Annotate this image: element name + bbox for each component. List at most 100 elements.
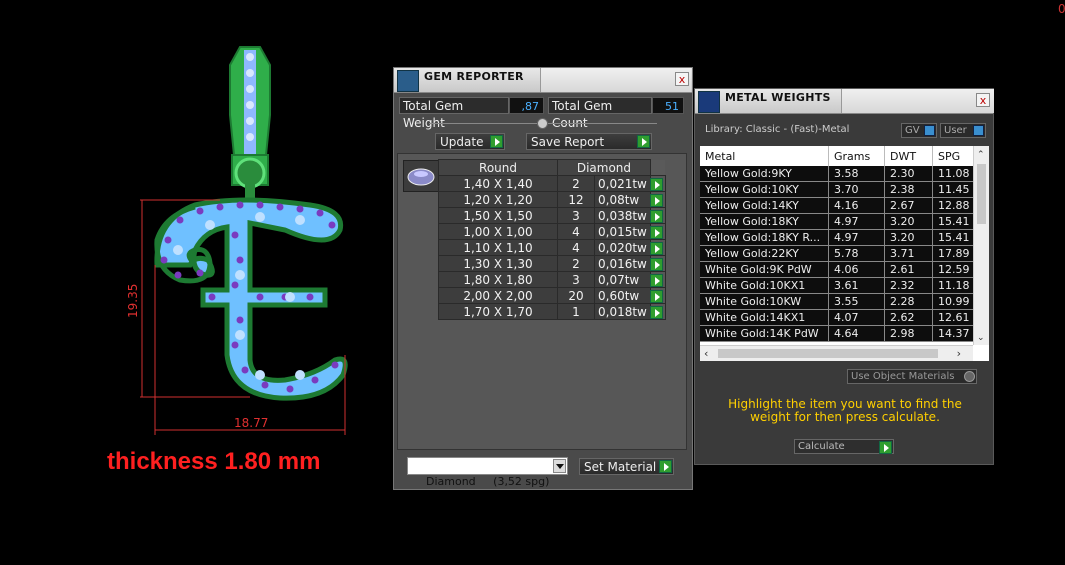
grams-cell: 4.97 xyxy=(828,229,885,246)
gem-row-select-button[interactable] xyxy=(649,271,666,288)
gem-count-cell: 2 xyxy=(557,255,595,272)
dwt-column-header[interactable]: DWT xyxy=(884,146,933,166)
metal-table-row[interactable]: Yellow Gold:18KY R... 4.97 3.20 15.41 xyxy=(700,229,978,246)
grams-cell: 3.58 xyxy=(828,166,885,182)
gem-table-row[interactable]: 1,40 X 1,40 2 0,021tw xyxy=(438,175,666,192)
save-report-arrow-icon xyxy=(637,135,650,148)
gem-weight-cell: 0,015tw xyxy=(594,223,651,240)
gv-label: GV xyxy=(905,125,920,136)
update-button[interactable]: Update xyxy=(435,133,505,150)
metal-name-cell: White Gold:9K PdW xyxy=(700,261,829,278)
gem-row-select-button[interactable] xyxy=(649,207,666,224)
gem-row-select-button[interactable] xyxy=(649,191,666,208)
vertical-scroll-thumb[interactable] xyxy=(977,164,986,224)
gv-toggle[interactable]: GV xyxy=(901,123,937,138)
gem-weight-cell: 0,038tw xyxy=(594,207,651,224)
gem-row-select-button[interactable] xyxy=(649,239,666,256)
spg-cell: 11.45 xyxy=(932,181,978,198)
gem-count-cell: 12 xyxy=(557,191,595,208)
gem-weight-cell: 0,020tw xyxy=(594,239,651,256)
metal-table-row[interactable]: Yellow Gold:14KY 4.16 2.67 12.88 xyxy=(700,197,978,214)
grams-cell: 4.97 xyxy=(828,213,885,230)
spg-cell: 17.89 xyxy=(932,245,978,262)
collapse-toggle-icon[interactable] xyxy=(537,118,548,129)
gem-row-select-button[interactable] xyxy=(649,303,666,320)
gem-row-select-button[interactable] xyxy=(649,175,666,192)
metal-table-row[interactable]: White Gold:10KW 3.55 2.28 10.99 xyxy=(700,293,978,310)
grams-cell: 5.78 xyxy=(828,245,885,262)
metal-table-row[interactable]: White Gold:9K PdW 4.06 2.61 12.59 xyxy=(700,261,978,278)
scroll-right-icon[interactable]: › xyxy=(957,347,961,360)
spg-column-header[interactable]: SPG xyxy=(932,146,978,166)
gem-weight-cell: 0,08tw xyxy=(594,191,651,208)
round-gem-icon xyxy=(407,168,435,186)
row-arrow-icon xyxy=(650,274,664,287)
grams-cell: 3.61 xyxy=(828,277,885,294)
gem-table-row[interactable]: 1,70 X 1,70 1 0,018tw xyxy=(438,303,666,320)
dropdown-arrow-icon[interactable] xyxy=(553,459,566,473)
save-report-button[interactable]: Save Report xyxy=(526,133,652,150)
gem-reporter-title: GEM REPORTER xyxy=(424,70,524,83)
metal-table-row[interactable]: White Gold:14KX1 4.07 2.62 12.61 xyxy=(700,309,978,326)
gv-switch-icon xyxy=(924,125,935,136)
user-label: User xyxy=(944,125,967,136)
gem-row-select-button[interactable] xyxy=(649,287,666,304)
user-toggle[interactable]: User xyxy=(940,123,986,138)
user-switch-icon xyxy=(973,125,984,136)
total-gem-count-value: 51 xyxy=(652,97,684,114)
grams-cell: 3.55 xyxy=(828,293,885,310)
metal-weights-titlebar[interactable]: METAL WEIGHTS x xyxy=(695,89,994,114)
use-object-materials-switch-icon xyxy=(964,371,975,382)
gem-reporter-titlebar[interactable]: GEM REPORTER x xyxy=(394,68,692,93)
row-arrow-icon xyxy=(650,178,664,191)
vertical-scrollbar[interactable]: ⌃ ⌄ xyxy=(973,146,989,345)
gem-table-row[interactable]: 1,10 X 1,10 4 0,020tw xyxy=(438,239,666,256)
set-material-button[interactable]: Set Material xyxy=(579,458,674,475)
metal-weights-close-button[interactable]: x xyxy=(976,93,990,107)
metal-table-row[interactable]: Yellow Gold:9KY 3.58 2.30 11.08 xyxy=(700,166,978,182)
metal-weights-app-icon xyxy=(698,91,720,113)
dwt-cell: 2.67 xyxy=(884,197,933,214)
dwt-cell: 2.28 xyxy=(884,293,933,310)
grams-cell: 4.16 xyxy=(828,197,885,214)
gem-table-row[interactable]: 1,00 X 1,00 4 0,015tw xyxy=(438,223,666,240)
dwt-cell: 3.71 xyxy=(884,245,933,262)
row-arrow-icon xyxy=(650,258,664,271)
update-arrow-icon xyxy=(490,135,503,148)
metal-name-cell: White Gold:14KX1 xyxy=(700,309,829,326)
metal-table-row[interactable]: White Gold:14K PdW 4.64 2.98 14.37 xyxy=(700,325,978,342)
metal-table-row[interactable]: White Gold:10KX1 3.61 2.32 11.18 xyxy=(700,277,978,294)
horizontal-scroll-thumb[interactable] xyxy=(718,349,938,358)
scroll-up-icon[interactable]: ⌃ xyxy=(977,150,985,160)
grams-cell: 4.07 xyxy=(828,309,885,326)
metal-table-row[interactable]: Yellow Gold:10KY 3.70 2.38 11.45 xyxy=(700,181,978,198)
metal-table-row[interactable]: Yellow Gold:18KY 4.97 3.20 15.41 xyxy=(700,213,978,230)
scroll-down-icon[interactable]: ⌄ xyxy=(977,333,985,343)
dwt-cell: 3.20 xyxy=(884,213,933,230)
scroll-left-icon[interactable]: ‹ xyxy=(704,347,708,360)
gem-row-select-button[interactable] xyxy=(649,223,666,240)
gem-size-cell: 1,50 X 1,50 xyxy=(438,207,558,224)
row-arrow-icon xyxy=(650,194,664,207)
gem-table-row[interactable]: 1,80 X 1,80 3 0,07tw xyxy=(438,271,666,288)
horizontal-scrollbar[interactable]: ‹ › xyxy=(700,345,973,361)
set-material-label: Set Material xyxy=(584,460,657,474)
gem-table-row[interactable]: 1,30 X 1,30 2 0,016tw xyxy=(438,255,666,272)
gem-reporter-close-button[interactable]: x xyxy=(675,72,689,86)
metal-column-header[interactable]: Metal xyxy=(700,146,829,166)
gem-table-row[interactable]: 1,50 X 1,50 3 0,038tw xyxy=(438,207,666,224)
metal-table-row[interactable]: Yellow Gold:22KY 5.78 3.71 17.89 xyxy=(700,245,978,262)
gem-table-row[interactable]: 1,20 X 1,20 12 0,08tw xyxy=(438,191,666,208)
metal-name-cell: Yellow Gold:18KY R... xyxy=(700,229,829,246)
calculate-button[interactable]: Calculate xyxy=(794,439,894,454)
titlebar-tab xyxy=(841,89,994,113)
gem-table-row[interactable]: 2,00 X 2,00 20 0,60tw xyxy=(438,287,666,304)
grams-column-header[interactable]: Grams xyxy=(828,146,885,166)
use-object-materials-toggle[interactable]: Use Object Materials xyxy=(847,369,977,384)
gem-thumbnail[interactable] xyxy=(403,160,439,192)
gem-row-select-button[interactable] xyxy=(649,255,666,272)
pendant-letter xyxy=(154,197,348,401)
material-select[interactable]: Diamond (3,52 spg) xyxy=(407,457,568,488)
total-gem-weight-value: ,87 xyxy=(509,97,544,114)
spg-cell: 11.18 xyxy=(932,277,978,294)
